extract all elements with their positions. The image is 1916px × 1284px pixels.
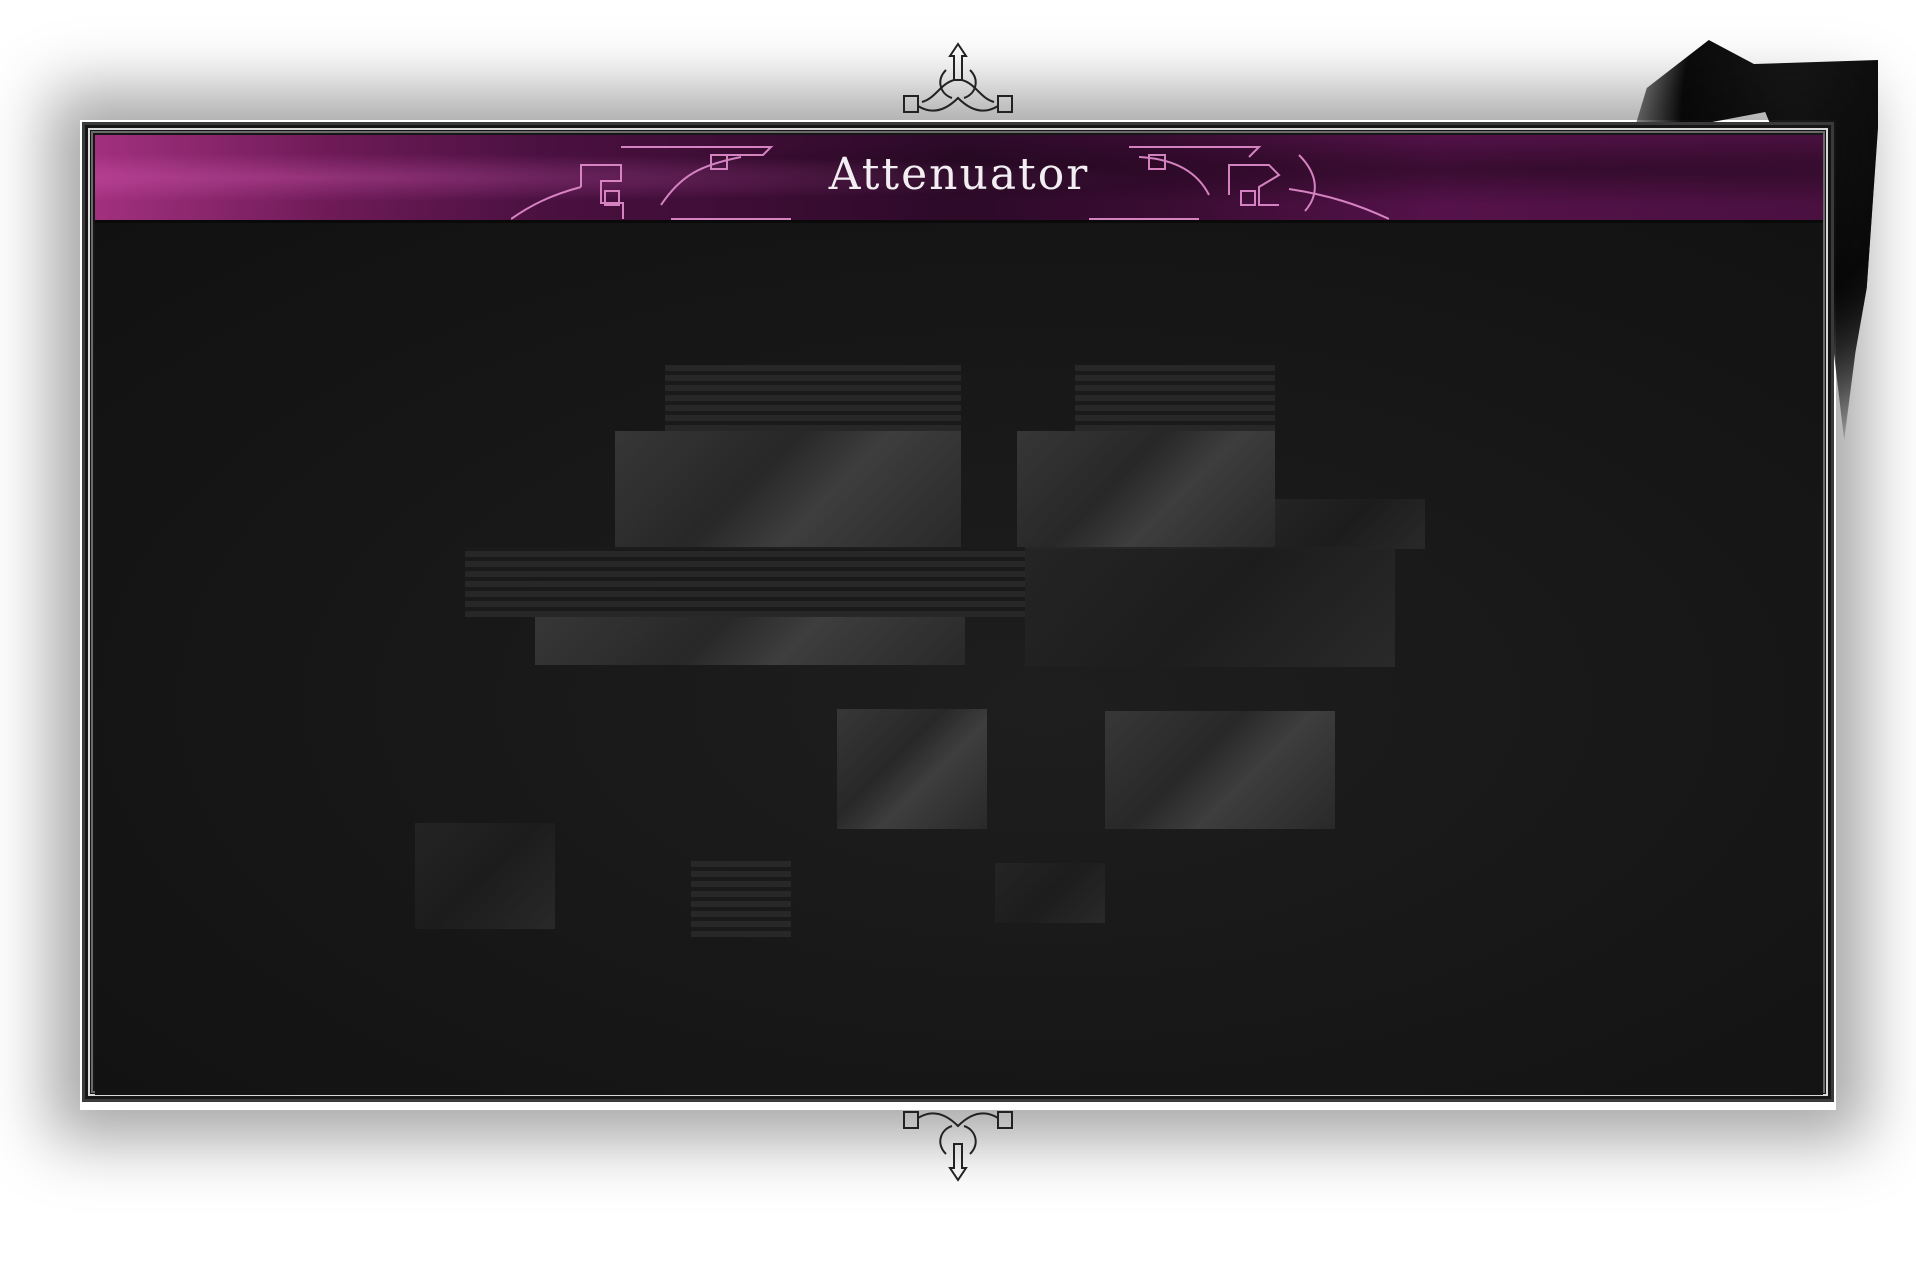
collage-tile (415, 823, 555, 929)
stage: Attenuator (0, 0, 1916, 1284)
collage-tile (1025, 547, 1395, 667)
arrow-up-ornament-icon (903, 42, 1013, 113)
attenuator-panel: Attenuator (82, 122, 1834, 1102)
collage-tile (1075, 365, 1275, 431)
collage-tile (665, 365, 961, 431)
collage-tile (1105, 711, 1335, 829)
collage-tile (837, 709, 987, 829)
panel-content (95, 223, 1823, 1095)
collage-tile (615, 431, 961, 549)
collage-tile (691, 857, 791, 937)
collage-tile (1275, 499, 1425, 549)
collage-tile (1017, 431, 1275, 549)
arrow-down-ornament-icon (903, 1111, 1013, 1182)
window-title: Attenuator (828, 149, 1090, 200)
collage-tile (535, 617, 965, 665)
collage-tile (995, 863, 1105, 923)
panel-header: Attenuator (95, 135, 1823, 223)
collage-tile (465, 547, 1025, 617)
